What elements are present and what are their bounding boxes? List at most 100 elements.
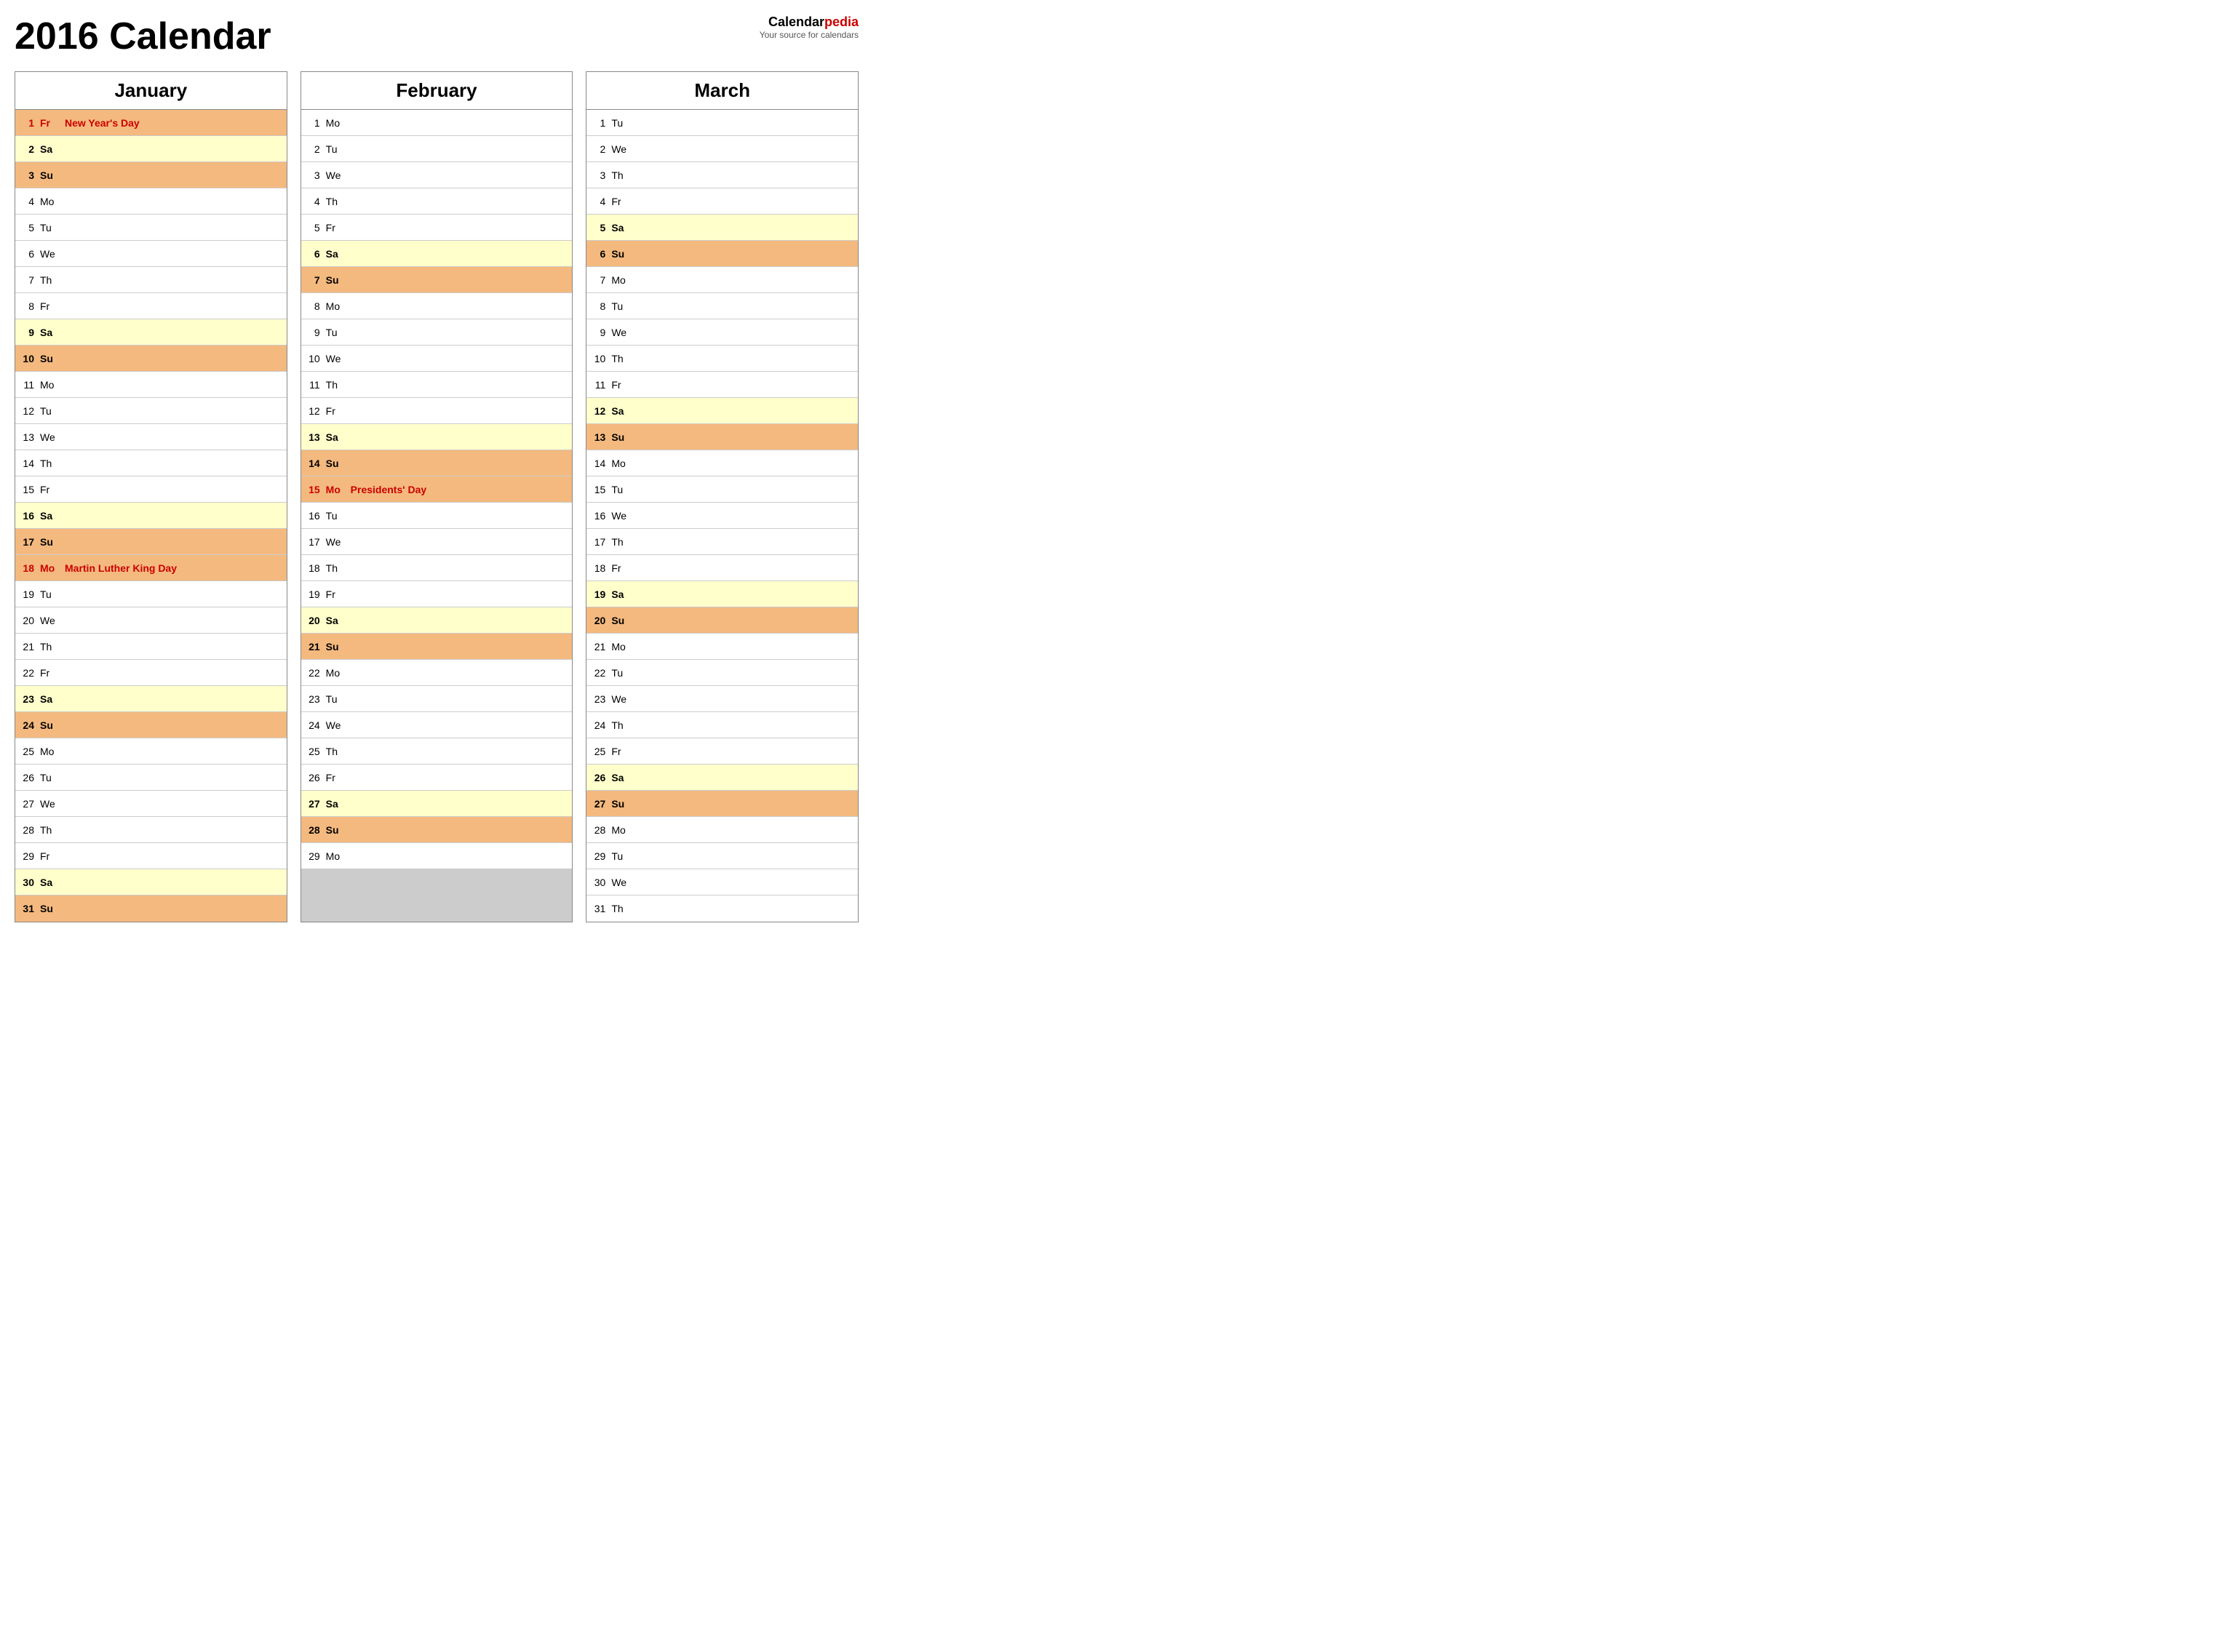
day-number: 8 bbox=[15, 293, 37, 319]
day-row: 11Th bbox=[301, 372, 573, 398]
day-number: 2 bbox=[15, 136, 37, 162]
day-number: 13 bbox=[301, 424, 323, 450]
day-event bbox=[62, 241, 287, 267]
day-row: 4Mo bbox=[15, 188, 287, 215]
day-of-week: Th bbox=[37, 267, 62, 293]
day-row: 31Th bbox=[586, 895, 858, 922]
day-number: 12 bbox=[586, 398, 608, 424]
day-of-week: Mo bbox=[37, 372, 62, 398]
day-of-week: Fr bbox=[323, 398, 348, 424]
day-of-week: Su bbox=[37, 895, 62, 922]
day-of-week: We bbox=[323, 162, 348, 188]
day-event bbox=[633, 895, 858, 922]
day-of-week: Sa bbox=[37, 686, 62, 712]
day-event bbox=[633, 791, 858, 817]
day-row: 21Mo bbox=[586, 634, 858, 660]
day-event bbox=[633, 738, 858, 765]
day-number: 21 bbox=[15, 634, 37, 660]
day-row bbox=[301, 895, 573, 922]
day-event bbox=[348, 843, 573, 869]
day-event bbox=[633, 817, 858, 843]
day-row: 19Tu bbox=[15, 581, 287, 607]
day-row: 12Sa bbox=[586, 398, 858, 424]
day-event bbox=[62, 660, 287, 686]
day-event bbox=[348, 607, 573, 634]
day-event bbox=[62, 503, 287, 529]
day-event bbox=[348, 529, 573, 555]
day-row: 17Th bbox=[586, 529, 858, 555]
logo-text: Calendarpedia bbox=[760, 15, 859, 30]
day-event bbox=[62, 634, 287, 660]
day-row: 29Tu bbox=[586, 843, 858, 869]
day-number: 13 bbox=[586, 424, 608, 450]
day-row: 24Su bbox=[15, 712, 287, 738]
day-of-week: Mo bbox=[608, 267, 633, 293]
day-event bbox=[633, 450, 858, 476]
day-row: 3Th bbox=[586, 162, 858, 188]
day-event bbox=[633, 686, 858, 712]
day-event bbox=[62, 869, 287, 895]
day-event bbox=[348, 162, 573, 188]
day-of-week: Th bbox=[37, 634, 62, 660]
day-of-week: Su bbox=[37, 712, 62, 738]
day-row: 5Fr bbox=[301, 215, 573, 241]
day-number: 1 bbox=[15, 110, 37, 136]
day-number: 14 bbox=[586, 450, 608, 476]
day-number: 16 bbox=[586, 503, 608, 529]
day-event bbox=[348, 791, 573, 817]
day-event bbox=[633, 162, 858, 188]
day-number: 15 bbox=[586, 476, 608, 503]
day-of-week: Th bbox=[608, 529, 633, 555]
day-number: 14 bbox=[15, 450, 37, 476]
day-row: 12Tu bbox=[15, 398, 287, 424]
day-number: 9 bbox=[301, 319, 323, 346]
day-of-week: Su bbox=[608, 791, 633, 817]
day-event bbox=[62, 424, 287, 450]
day-of-week: Fr bbox=[37, 660, 62, 686]
day-number: 21 bbox=[301, 634, 323, 660]
day-number: 31 bbox=[586, 895, 608, 922]
day-number: 13 bbox=[15, 424, 37, 450]
day-number: 3 bbox=[586, 162, 608, 188]
day-of-week: Su bbox=[323, 634, 348, 660]
day-number: 5 bbox=[586, 215, 608, 241]
day-event bbox=[633, 476, 858, 503]
day-event bbox=[633, 843, 858, 869]
day-number: 31 bbox=[15, 895, 37, 922]
day-of-week: We bbox=[323, 346, 348, 372]
day-of-week: Su bbox=[323, 817, 348, 843]
day-event bbox=[633, 293, 858, 319]
day-of-week: Fr bbox=[37, 110, 62, 136]
day-of-week: Fr bbox=[323, 215, 348, 241]
day-number: 21 bbox=[586, 634, 608, 660]
day-event bbox=[348, 712, 573, 738]
day-event bbox=[633, 503, 858, 529]
day-row: 7Su bbox=[301, 267, 573, 293]
day-number: 28 bbox=[301, 817, 323, 843]
day-event bbox=[348, 660, 573, 686]
day-number: 15 bbox=[15, 476, 37, 503]
day-row: 5Tu bbox=[15, 215, 287, 241]
day-number: 11 bbox=[586, 372, 608, 398]
day-row: 15MoPresidents' Day bbox=[301, 476, 573, 503]
day-number: 30 bbox=[15, 869, 37, 895]
day-row: 22Mo bbox=[301, 660, 573, 686]
day-event bbox=[348, 319, 573, 346]
day-event bbox=[633, 607, 858, 634]
day-of-week: We bbox=[323, 712, 348, 738]
day-number: 18 bbox=[586, 555, 608, 581]
day-row: 7Mo bbox=[586, 267, 858, 293]
day-number: 26 bbox=[301, 765, 323, 791]
day-event bbox=[62, 267, 287, 293]
day-row: 13Sa bbox=[301, 424, 573, 450]
day-event bbox=[348, 450, 573, 476]
day-row: 10Th bbox=[586, 346, 858, 372]
day-event bbox=[348, 738, 573, 765]
day-row: 18Fr bbox=[586, 555, 858, 581]
day-of-week: Th bbox=[37, 450, 62, 476]
day-row: 13Su bbox=[586, 424, 858, 450]
day-number: 23 bbox=[15, 686, 37, 712]
day-number: 2 bbox=[301, 136, 323, 162]
day-number: 29 bbox=[15, 843, 37, 869]
day-of-week: We bbox=[37, 241, 62, 267]
